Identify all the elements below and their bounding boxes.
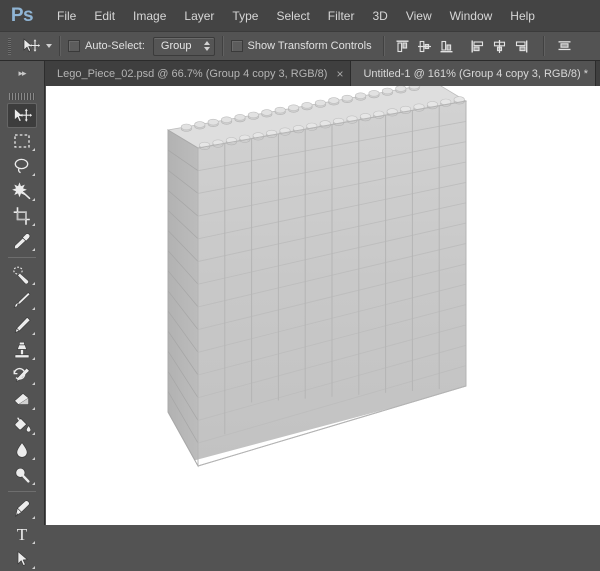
tool-preset-chevron-down-icon[interactable]: [46, 44, 52, 48]
svg-text:T: T: [17, 525, 28, 543]
document-tab-bar: ▸▸ Lego_Piece_02.psd @ 66.7% (Group 4 co…: [0, 61, 600, 86]
menu-items: File Edit Image Layer Type Select Filter…: [48, 0, 544, 31]
align-top-edges-button[interactable]: [392, 35, 414, 57]
close-icon[interactable]: ×: [336, 68, 343, 80]
tool-submenu-indicator-icon: [32, 432, 35, 435]
tools-panel: T: [0, 86, 45, 569]
options-bar-grip[interactable]: [4, 35, 14, 57]
align-left-edges-button[interactable]: [467, 35, 489, 57]
double-chevron-right-icon: ▸▸: [18, 68, 26, 78]
tool-submenu-indicator-icon: [32, 198, 35, 201]
spot-healing-brush-tool[interactable]: [7, 262, 37, 287]
document-tab-title: Lego_Piece_02.psd @ 66.7% (Group 4 copy …: [57, 67, 328, 80]
show-transform-controls-label: Show Transform Controls: [247, 40, 372, 52]
tools-divider: [8, 257, 36, 258]
move-tool-icon[interactable]: [18, 35, 44, 57]
auto-select-checkbox[interactable]: [68, 40, 80, 52]
distribute-top-edges-button[interactable]: [554, 35, 576, 57]
tool-submenu-indicator-icon: [32, 457, 35, 460]
auto-select-label: Auto-Select:: [85, 40, 145, 52]
menu-item-image[interactable]: Image: [124, 6, 175, 26]
tool-submenu-indicator-icon: [32, 332, 35, 335]
move-tool[interactable]: [7, 103, 37, 128]
menu-item-file[interactable]: File: [48, 6, 85, 26]
tool-submenu-indicator-icon: [32, 307, 35, 310]
menu-item-select[interactable]: Select: [267, 6, 318, 26]
tool-submenu-indicator-icon: [32, 516, 35, 519]
align-bottom-edges-button[interactable]: [436, 35, 458, 57]
eraser-tool[interactable]: [7, 387, 37, 412]
lego-brick-wall-artwork[interactable]: [46, 86, 600, 525]
brush-tool[interactable]: [7, 287, 37, 312]
magic-wand-tool[interactable]: [7, 178, 37, 203]
options-separator-1: [59, 36, 61, 56]
lasso-tool[interactable]: [7, 153, 37, 178]
photoshop-window: Ps File Edit Image Layer Type Select Fil…: [0, 0, 600, 569]
menu-item-view[interactable]: View: [397, 6, 441, 26]
menu-item-help[interactable]: Help: [501, 6, 544, 26]
toolbar-collapse-button[interactable]: ▸▸: [0, 61, 45, 86]
options-bar: Auto-Select: Group Show Transform Contro…: [0, 31, 600, 61]
align-vertical-centers-button[interactable]: [414, 35, 436, 57]
options-separator-3: [382, 36, 385, 56]
history-brush-tool[interactable]: [7, 362, 37, 387]
options-separator-2: [221, 36, 224, 56]
dodge-tool[interactable]: [7, 462, 37, 487]
document-tab-untitled-1[interactable]: Untitled-1 @ 161% (Group 4 copy 3, RGB/8…: [351, 61, 596, 86]
menu-item-3d[interactable]: 3D: [363, 6, 396, 26]
tool-submenu-indicator-icon: [32, 248, 35, 251]
align-right-edges-button[interactable]: [511, 35, 533, 57]
paint-bucket-tool[interactable]: [7, 412, 37, 437]
photoshop-logo-icon: Ps: [10, 4, 34, 26]
tool-submenu-indicator-icon: [32, 357, 35, 360]
menu-item-edit[interactable]: Edit: [85, 6, 124, 26]
tool-submenu-indicator-icon: [32, 482, 35, 485]
document-canvas[interactable]: [46, 86, 600, 525]
blur-tool[interactable]: [7, 437, 37, 462]
lego-brick-wall-svg: [166, 86, 468, 525]
document-tab-title: Untitled-1 @ 161% (Group 4 copy 3, RGB/8…: [363, 67, 588, 80]
menu-bar: Ps File Edit Image Layer Type Select Fil…: [0, 0, 600, 31]
tool-submenu-indicator-icon: [32, 382, 35, 385]
rectangular-marquee-tool[interactable]: [7, 128, 37, 153]
tool-submenu-indicator-icon: [32, 282, 35, 285]
tools-divider: [8, 491, 36, 492]
distribute-buttons-group: [467, 35, 533, 57]
dropdown-arrows-icon: [203, 41, 210, 51]
pen-tool[interactable]: [7, 496, 37, 521]
options-separator-4: [542, 36, 545, 56]
auto-select-scope-dropdown[interactable]: Group: [152, 36, 215, 56]
tools-panel-grip[interactable]: [0, 86, 44, 103]
tool-submenu-indicator-icon: [32, 407, 35, 410]
menu-item-filter[interactable]: Filter: [319, 6, 364, 26]
pencil-tool[interactable]: [7, 312, 37, 337]
tool-submenu-indicator-icon: [32, 566, 35, 569]
document-tab-lego-piece-02[interactable]: Lego_Piece_02.psd @ 66.7% (Group 4 copy …: [45, 61, 352, 86]
tool-submenu-indicator-icon: [32, 223, 35, 226]
eyedropper-tool[interactable]: [7, 228, 37, 253]
align-horizontal-centers-button[interactable]: [489, 35, 511, 57]
menu-item-layer[interactable]: Layer: [175, 6, 223, 26]
menu-item-type[interactable]: Type: [223, 6, 267, 26]
show-transform-controls-checkbox[interactable]: [230, 40, 243, 52]
auto-select-scope-value: Group: [160, 40, 192, 52]
align-buttons-group: [392, 35, 458, 57]
crop-tool[interactable]: [7, 203, 37, 228]
tool-submenu-indicator-icon: [32, 148, 35, 151]
path-selection-tool[interactable]: [7, 546, 37, 571]
clone-stamp-tool[interactable]: [7, 337, 37, 362]
menu-item-window[interactable]: Window: [441, 6, 502, 26]
tool-submenu-indicator-icon: [32, 541, 35, 544]
tool-submenu-indicator-icon: [32, 173, 35, 176]
